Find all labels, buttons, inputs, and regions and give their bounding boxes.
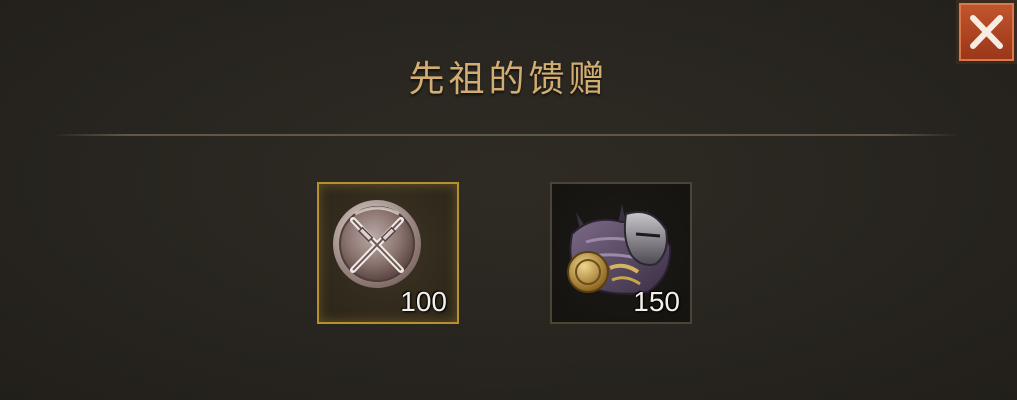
reward-slot-medal[interactable]: 100 [317,182,459,324]
reward-dialog: 先祖的馈赠 100 150 [0,0,1017,400]
dialog-title: 先祖的馈赠 [408,59,609,100]
reward-slot-armor[interactable]: 150 [550,182,692,324]
reward-quantity: 100 [400,286,447,317]
reward-quantity: 150 [633,286,680,317]
close-x-icon [970,15,1003,49]
title-divider [52,134,960,136]
close-button[interactable] [956,0,1017,64]
